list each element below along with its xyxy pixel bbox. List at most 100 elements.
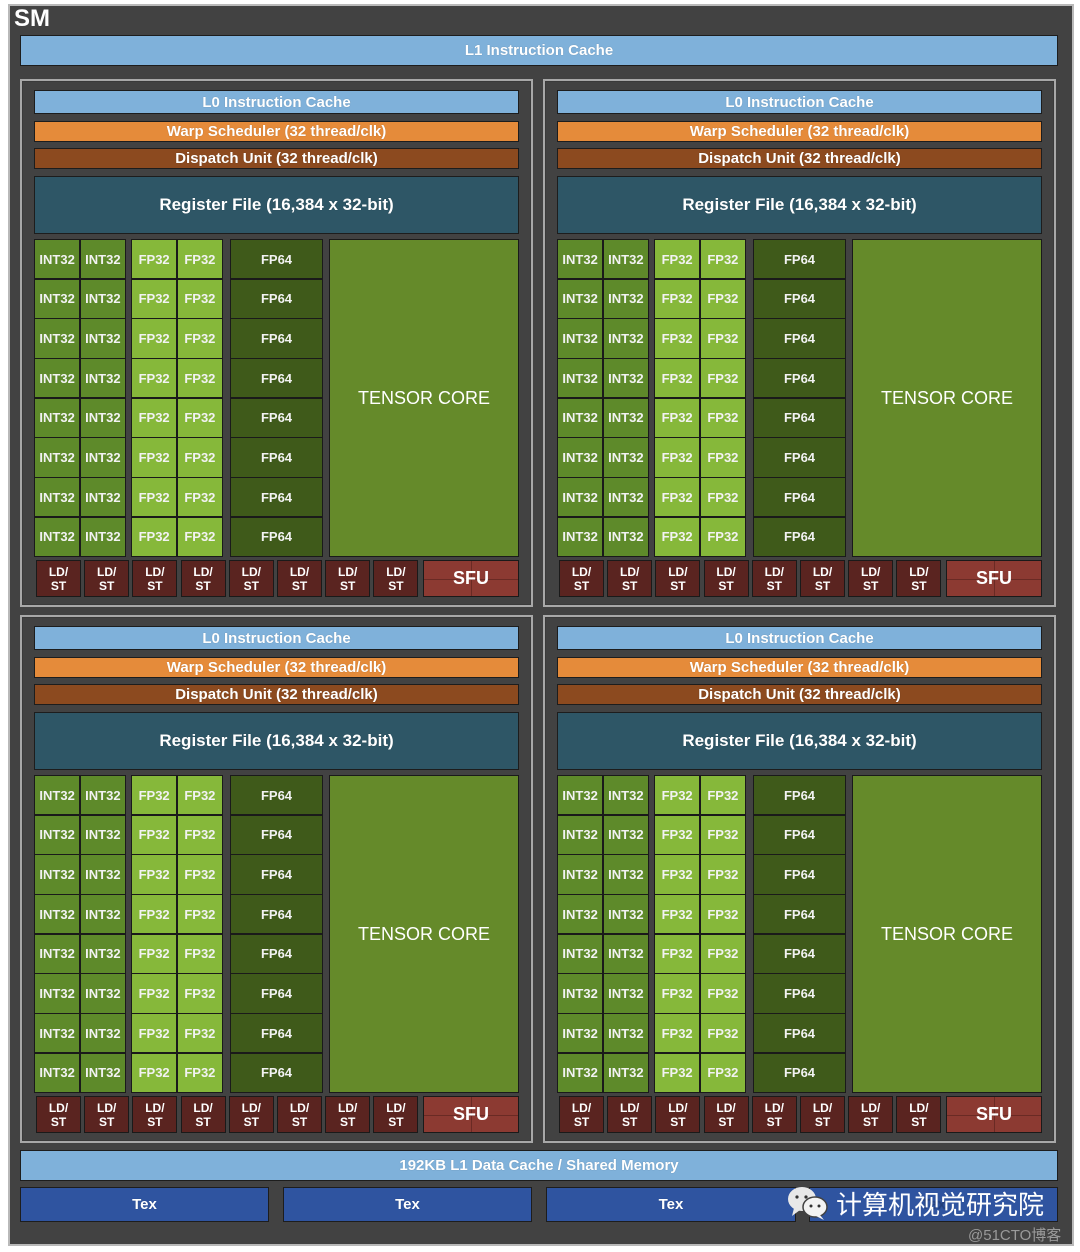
ldst-label-bottom: ST <box>573 578 590 593</box>
ldst-label-bottom: ST <box>291 1114 308 1129</box>
int32-group: INT32 INT32 INT32 INT32 INT32 INT32 INT32 INT32… <box>557 239 649 557</box>
fp32-unit: FP32 <box>132 359 177 398</box>
fp64-unit: FP64 <box>231 517 322 556</box>
ldst-label-bottom: ST <box>340 578 356 593</box>
fp32-unit: FP32 <box>700 438 745 477</box>
fp32-unit: FP32 <box>132 855 177 894</box>
fp64-unit: FP64 <box>754 398 845 437</box>
int32-unit: INT32 <box>558 776 603 815</box>
l0-instruction-cache: L0 Instruction Cache <box>34 90 519 114</box>
ldst-unit: LD/ST <box>84 560 130 597</box>
int32-unit: INT32 <box>603 1014 648 1053</box>
fp32-unit: FP32 <box>655 478 700 517</box>
fp32-unit: FP32 <box>177 438 222 477</box>
fp32-unit: FP32 <box>177 517 222 556</box>
int32-unit: INT32 <box>558 1053 603 1092</box>
ldst-label-top: LD/ <box>145 1100 165 1115</box>
ldst-label-bottom: ST <box>573 1114 590 1129</box>
fp32-unit: FP32 <box>655 934 700 973</box>
fp32-unit: FP32 <box>655 398 700 437</box>
fp32-unit: FP32 <box>132 517 177 556</box>
ldst-label-bottom: ST <box>50 1114 67 1129</box>
fp32-unit: FP32 <box>655 1014 700 1053</box>
fp64-unit: FP64 <box>754 478 845 517</box>
int32-group: INT32 INT32 INT32 INT32 INT32 INT32 INT32 INT32… <box>34 239 126 557</box>
int32-group: INT32 INT32 INT32 INT32 INT32 INT32 INT32 INT32… <box>34 775 126 1093</box>
fp32-unit: FP32 <box>655 895 700 934</box>
register-file: Register File (16,384 x 32-bit) <box>34 712 519 770</box>
ldst-label-top: LD/ <box>386 564 406 579</box>
tex-unit-1: Tex <box>20 1187 269 1222</box>
fp32-unit: FP32 <box>132 974 177 1013</box>
fp32-unit: FP32 <box>655 319 700 358</box>
tensor-core: TENSOR CORE <box>329 239 519 557</box>
fp32-unit: FP32 <box>132 934 177 973</box>
int32-unit: INT32 <box>558 974 603 1013</box>
ldst-label-top: LD/ <box>716 1100 736 1115</box>
int32-unit: INT32 <box>558 1014 603 1053</box>
ldst-label-top: LD/ <box>909 1100 929 1115</box>
int32-unit: INT32 <box>603 240 648 279</box>
ldst-label-top: LD/ <box>97 564 117 579</box>
ldst-unit: LD/ST <box>800 560 845 597</box>
int32-unit: INT32 <box>35 359 80 398</box>
ldst-label-bottom: ST <box>911 578 927 593</box>
fp64-unit: FP64 <box>231 776 322 815</box>
ldst-unit: LD/ST <box>655 1096 701 1133</box>
int32-unit: INT32 <box>80 438 125 477</box>
sfu-unit: SFU <box>423 1096 519 1133</box>
ldst-label-top: LD/ <box>193 1100 213 1115</box>
ldst-label-bottom: ST <box>622 1114 638 1129</box>
int32-unit: INT32 <box>558 279 603 318</box>
fp64-group: FP64 FP64 FP64 FP64 FP64 FP64 FP64 FP64 <box>230 775 323 1093</box>
wechat-icon <box>786 1184 830 1222</box>
ldst-label-bottom: ST <box>766 578 782 593</box>
ldst-unit: LD/ST <box>800 1096 845 1133</box>
sfu-unit: SFU <box>946 560 1042 597</box>
fp32-unit: FP32 <box>177 1053 222 1092</box>
int32-unit: INT32 <box>35 974 80 1013</box>
ldst-label-bottom: ST <box>863 1114 879 1129</box>
dispatch-unit: Dispatch Unit (32 thread/clk) <box>557 148 1042 169</box>
fp32-unit: FP32 <box>177 855 222 894</box>
ldst-label-top: LD/ <box>909 564 929 579</box>
fp64-group: FP64 FP64 FP64 FP64 FP64 FP64 FP64 FP64 <box>230 239 323 557</box>
ldst-label-top: LD/ <box>386 1100 406 1115</box>
ldst-unit: LD/ST <box>180 560 226 597</box>
ldst-unit: LD/ST <box>655 560 701 597</box>
fp32-unit: FP32 <box>177 1014 222 1053</box>
fp64-unit: FP64 <box>231 279 322 318</box>
sfu-label: SFU <box>453 568 489 588</box>
watermark: 计算机视觉研究院 <box>786 1184 1044 1222</box>
fp32-unit: FP32 <box>177 776 222 815</box>
fp32-unit: FP32 <box>700 1014 745 1053</box>
fp64-unit: FP64 <box>754 240 845 279</box>
fp64-unit: FP64 <box>754 855 845 894</box>
ldst-label-top: LD/ <box>716 564 736 579</box>
int32-unit: INT32 <box>80 1014 125 1053</box>
warp-scheduler: Warp Scheduler (32 thread/clk) <box>34 121 519 142</box>
fp32-unit: FP32 <box>700 1053 745 1092</box>
tensor-core: TENSOR CORE <box>852 239 1042 557</box>
ldst-unit: LD/ST <box>703 1096 749 1133</box>
fp64-unit: FP64 <box>231 934 322 973</box>
int32-unit: INT32 <box>603 319 648 358</box>
ldst-label-bottom: ST <box>99 1114 115 1129</box>
fp64-unit: FP64 <box>231 240 322 279</box>
fp32-unit: FP32 <box>655 974 700 1013</box>
int32-unit: INT32 <box>35 279 80 318</box>
tex-unit-2: Tex <box>283 1187 532 1222</box>
fp64-unit: FP64 <box>231 319 322 358</box>
fp32-unit: FP32 <box>132 478 177 517</box>
ldst-label-bottom: ST <box>195 1114 211 1129</box>
fp32-unit: FP32 <box>177 240 222 279</box>
ldst-label-top: LD/ <box>145 564 165 579</box>
fp64-unit: FP64 <box>754 974 845 1013</box>
int32-unit: INT32 <box>80 279 125 318</box>
int32-unit: INT32 <box>35 815 80 854</box>
ldst-unit: LD/ST <box>132 560 178 597</box>
int32-unit: INT32 <box>35 934 80 973</box>
fp64-unit: FP64 <box>754 1053 845 1092</box>
tensor-core: TENSOR CORE <box>329 775 519 1093</box>
fp32-unit: FP32 <box>655 240 700 279</box>
